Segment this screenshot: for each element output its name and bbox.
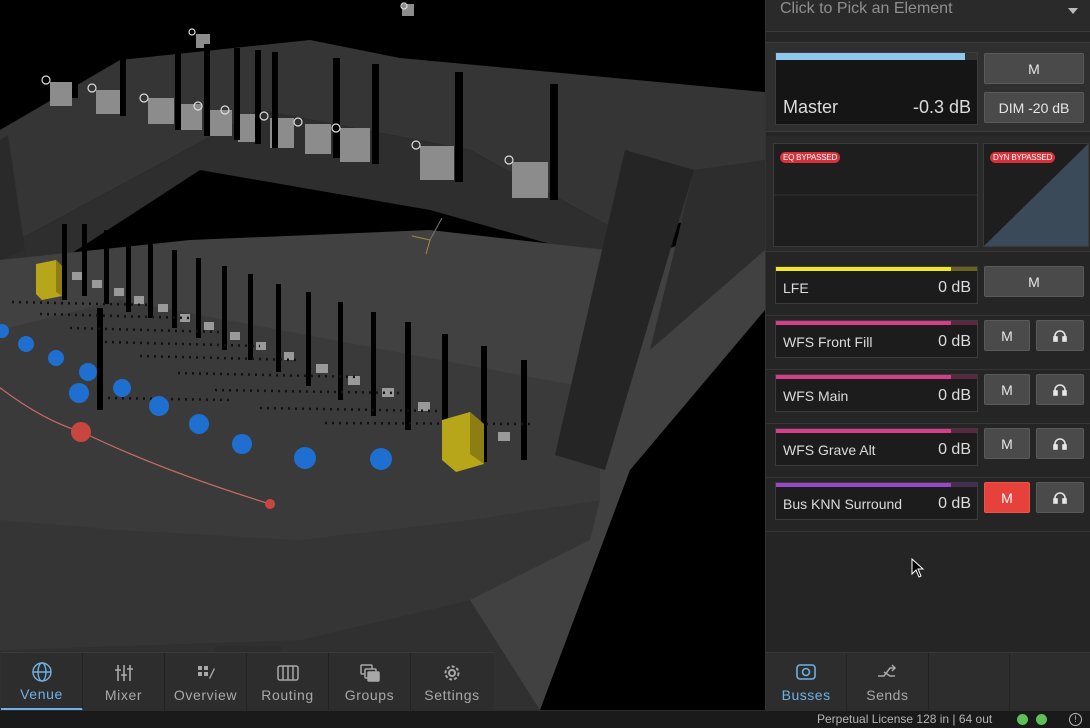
info-icon[interactable]: ! xyxy=(1069,713,1082,726)
bus-row: WFS Grave Alt 0 dB M xyxy=(766,424,1090,478)
headphones-icon xyxy=(1053,438,1067,450)
tab-sends[interactable]: Sends xyxy=(847,653,929,711)
mute-button[interactable]: M xyxy=(984,320,1030,351)
bus-level-meter xyxy=(776,483,977,487)
element-picker-dropdown[interactable]: Click to Pick an Element xyxy=(766,0,1090,32)
master-fader[interactable]: Master -0.3 dB xyxy=(775,52,978,125)
bus-gain: 0 dB xyxy=(938,279,971,296)
panel-tabs: Busses Sends xyxy=(766,652,1090,711)
eq-display[interactable]: EQ BYPASSED xyxy=(773,143,978,247)
nav-settings[interactable]: Settings xyxy=(411,653,493,711)
venue-scene[interactable] xyxy=(0,0,765,710)
routing-icon xyxy=(276,661,299,685)
master-name: Master xyxy=(783,97,839,117)
venue-3d-viewport[interactable] xyxy=(0,0,765,710)
nav-label: Settings xyxy=(424,687,480,703)
bus-row: WFS Main 0 dB M xyxy=(766,370,1090,424)
bus-level-meter xyxy=(776,375,977,379)
eq-bypass-badge: EQ BYPASSED xyxy=(780,152,841,163)
status-indicator-1 xyxy=(1017,714,1028,725)
dynamics-display[interactable]: DYN BYPASSED xyxy=(983,143,1089,247)
headphones-icon xyxy=(1053,330,1067,342)
tab-empty-2 xyxy=(1010,653,1090,711)
nav-overview[interactable]: Overview xyxy=(165,653,247,711)
bus-level-meter xyxy=(776,267,977,271)
tab-busses[interactable]: Busses xyxy=(766,653,848,711)
bus-gain: 0 dB xyxy=(938,495,971,512)
mute-button[interactable]: M xyxy=(984,482,1030,513)
bus-row: LFE 0 dB M xyxy=(766,262,1090,316)
red-source-target[interactable] xyxy=(265,499,275,509)
bus-fader[interactable]: Bus KNN Surround 0 dB xyxy=(775,482,978,520)
nav-label: Venue xyxy=(20,685,63,702)
bus-name: Bus KNN Surround xyxy=(783,496,903,512)
nav-label: Groups xyxy=(344,687,395,703)
dim-button[interactable]: DIM -20 dB xyxy=(984,92,1084,123)
bus-fader[interactable]: WFS Main 0 dB xyxy=(775,374,978,412)
groups-icon xyxy=(359,661,380,685)
headphones-icon xyxy=(1053,384,1067,396)
solo-button[interactable] xyxy=(1036,374,1084,405)
solo-button[interactable] xyxy=(1036,428,1084,459)
bus-gain: 0 dB xyxy=(938,441,971,458)
master-gain: -0.3 dB xyxy=(912,97,971,117)
bus-fader[interactable]: WFS Front Fill 0 dB xyxy=(775,320,978,358)
yellow-speaker-right[interactable] xyxy=(442,412,484,472)
tab-label: Busses xyxy=(781,687,831,703)
headphones-icon xyxy=(1053,492,1067,504)
globe-icon xyxy=(31,660,53,684)
nav-label: Routing xyxy=(261,687,314,703)
overview-icon xyxy=(197,661,215,685)
tab-label: Sends xyxy=(866,687,909,703)
bus-gain: 0 dB xyxy=(938,387,971,404)
status-bar: Perpetual License 128 in | 64 out ! xyxy=(0,710,1090,728)
master-processing: EQ BYPASSED DYN BYPASSED xyxy=(766,136,1090,252)
bus-name: WFS Grave Alt xyxy=(783,442,876,458)
bus-name: WFS Main xyxy=(783,388,849,404)
dyn-bypass-badge: DYN BYPASSED xyxy=(990,152,1056,163)
yellow-speaker-left[interactable] xyxy=(36,260,62,300)
element-picker-placeholder: Click to Pick an Element xyxy=(780,0,953,17)
gear-icon xyxy=(443,661,461,685)
bus-fader[interactable]: LFE 0 dB xyxy=(775,266,978,304)
mute-button[interactable]: M xyxy=(984,428,1030,459)
bus-name: WFS Front Fill xyxy=(783,334,873,350)
solo-button[interactable] xyxy=(1036,320,1084,351)
mute-button[interactable]: M xyxy=(984,266,1084,297)
nav-groups[interactable]: Groups xyxy=(329,653,411,711)
master-mute-button[interactable]: M xyxy=(984,53,1084,84)
bus-fader[interactable]: WFS Grave Alt 0 dB xyxy=(775,428,978,466)
chevron-down-icon xyxy=(1068,8,1078,14)
main-nav: Venue Mixer Overview Routing Groups Sett… xyxy=(1,652,494,711)
status-indicator-2 xyxy=(1036,714,1047,725)
bus-name: LFE xyxy=(783,280,809,296)
sends-icon xyxy=(877,661,897,683)
nav-label: Overview xyxy=(173,687,238,703)
license-info: Perpetual License 128 in | 64 out xyxy=(817,712,993,726)
mute-button[interactable]: M xyxy=(984,374,1030,405)
speaker-icon xyxy=(796,661,816,683)
nav-routing[interactable]: Routing xyxy=(247,653,329,711)
master-level-meter xyxy=(776,53,977,60)
bus-level-meter xyxy=(776,321,977,325)
solo-button[interactable] xyxy=(1036,482,1084,513)
bus-panel: Click to Pick an Element Master -0.3 dB … xyxy=(765,0,1090,711)
mouse-cursor-icon xyxy=(911,558,925,578)
sliders-icon xyxy=(114,661,133,685)
tab-empty-1 xyxy=(929,653,1010,711)
bus-row: Bus KNN Surround 0 dB M xyxy=(766,478,1090,532)
bus-gain: 0 dB xyxy=(938,333,971,350)
bus-row: WFS Front Fill 0 dB M xyxy=(766,316,1090,370)
bus-level-meter xyxy=(776,429,977,433)
nav-label: Mixer xyxy=(104,687,143,703)
nav-venue[interactable]: Venue xyxy=(1,653,83,711)
red-source[interactable] xyxy=(71,422,91,442)
master-bus: Master -0.3 dB M DIM -20 dB xyxy=(766,42,1090,132)
nav-mixer[interactable]: Mixer xyxy=(83,653,165,711)
